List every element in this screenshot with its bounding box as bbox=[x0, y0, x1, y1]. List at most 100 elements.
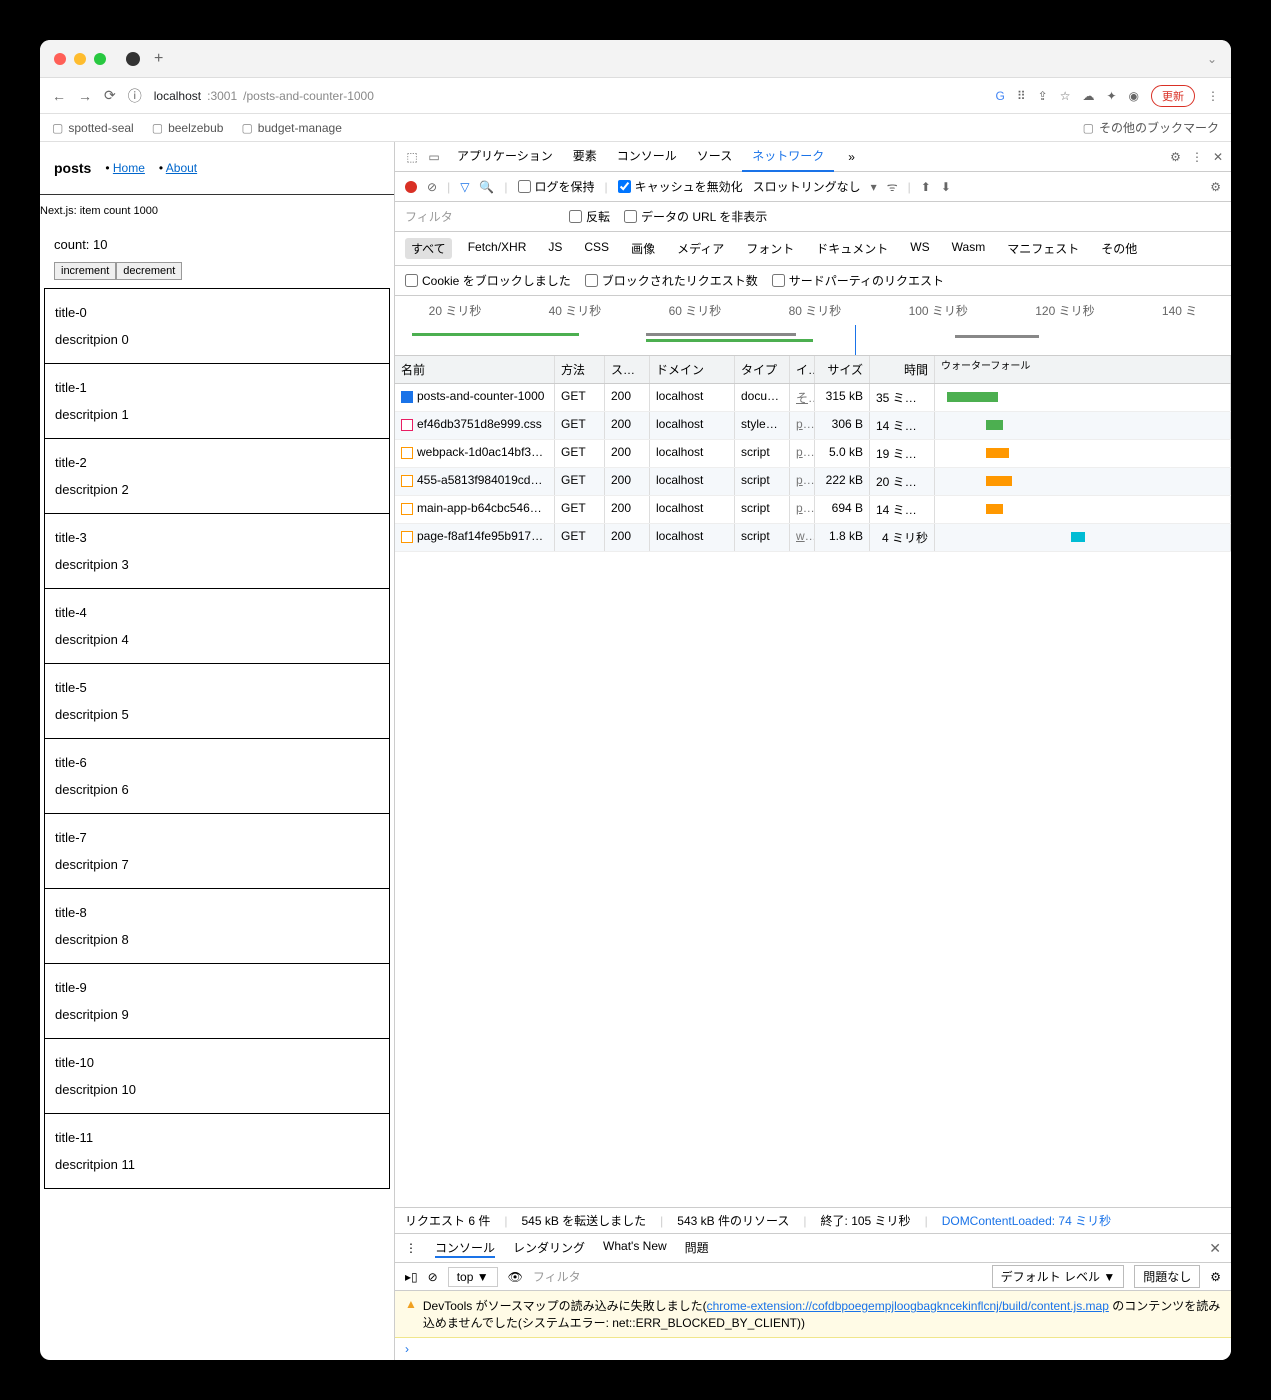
type-filter[interactable]: その他 bbox=[1095, 238, 1143, 259]
drawer-menu-icon[interactable]: ⋮ bbox=[405, 1241, 417, 1255]
reload-icon[interactable]: ⟳ bbox=[104, 87, 116, 104]
table-row[interactable]: 455-a5813f984019cd05.js GET 200 localhos… bbox=[395, 468, 1231, 496]
drawer-tab[interactable]: What's New bbox=[603, 1239, 667, 1258]
close-devtools-icon[interactable]: ✕ bbox=[1213, 150, 1223, 164]
bookmark-item[interactable]: ▢spotted-seal bbox=[52, 121, 134, 135]
inspect-icon[interactable]: ⬚ bbox=[403, 150, 421, 164]
chevron-down-icon[interactable]: ▾ bbox=[871, 180, 877, 194]
type-filter[interactable]: JS bbox=[542, 238, 568, 259]
minimize-window[interactable] bbox=[74, 53, 86, 65]
record-button[interactable] bbox=[405, 181, 417, 193]
issues-button[interactable]: 問題なし bbox=[1134, 1265, 1200, 1288]
new-tab-button[interactable]: + bbox=[154, 50, 163, 68]
drawer-tab[interactable]: コンソール bbox=[435, 1239, 495, 1258]
cloud-icon[interactable]: ☁ bbox=[1082, 89, 1094, 103]
devtools-tab[interactable]: ネットワーク bbox=[742, 142, 834, 172]
network-settings-icon[interactable]: ⚙ bbox=[1210, 180, 1221, 194]
type-filter[interactable]: フォント bbox=[740, 238, 800, 259]
back-icon[interactable]: ← bbox=[52, 88, 66, 104]
console-settings-icon[interactable]: ⚙ bbox=[1210, 1270, 1221, 1284]
th-name[interactable]: 名前 bbox=[395, 356, 555, 383]
translate-icon[interactable]: ⠿ bbox=[1017, 89, 1026, 103]
type-filter[interactable]: すべて bbox=[405, 238, 452, 259]
bookmark-item[interactable]: ▢budget-manage bbox=[241, 121, 341, 135]
clear-console-icon[interactable]: ⊘ bbox=[428, 1270, 438, 1284]
type-filter[interactable]: WS bbox=[904, 238, 935, 259]
type-filter[interactable]: マニフェスト bbox=[1001, 238, 1085, 259]
throttling-select[interactable]: スロットリングなし bbox=[753, 178, 861, 195]
settings-icon[interactable]: ⚙ bbox=[1170, 150, 1181, 164]
menu-icon[interactable]: ⋮ bbox=[1207, 89, 1219, 103]
th-type[interactable]: タイプ bbox=[735, 356, 790, 383]
more-tabs[interactable]: » bbox=[838, 144, 865, 170]
table-row[interactable]: posts-and-counter-1000 GET 200 localhost… bbox=[395, 384, 1231, 412]
expand-icon[interactable]: ⌄ bbox=[1207, 52, 1217, 66]
drawer-tab[interactable]: レンダリング bbox=[513, 1239, 585, 1258]
download-icon[interactable]: ⬇ bbox=[941, 180, 951, 194]
log-level-select[interactable]: デフォルト レベル ▼ bbox=[992, 1265, 1125, 1288]
timeline-overview[interactable]: 20 ミリ秒40 ミリ秒60 ミリ秒80 ミリ秒100 ミリ秒120 ミリ秒14… bbox=[395, 296, 1231, 356]
table-row[interactable]: webpack-1d0ac14bf325… GET 200 localhost … bbox=[395, 440, 1231, 468]
forward-icon[interactable]: → bbox=[78, 88, 92, 104]
type-filter[interactable]: Fetch/XHR bbox=[462, 238, 533, 259]
sourcemap-link[interactable]: chrome-extension://cofdbpoegempjloogbagk… bbox=[707, 1299, 1109, 1313]
bookmark-item[interactable]: ▢beelzebub bbox=[152, 121, 224, 135]
filter-input[interactable]: フィルタ bbox=[405, 208, 555, 225]
cell-initiator[interactable]: p… bbox=[790, 496, 815, 523]
devtools-tab[interactable]: アプリケーション bbox=[447, 142, 563, 172]
type-filter[interactable]: CSS bbox=[578, 238, 615, 259]
type-filter[interactable]: 画像 bbox=[625, 238, 661, 259]
hide-dataurl-checkbox[interactable]: データの URL を非表示 bbox=[624, 208, 767, 225]
context-select[interactable]: top ▼ bbox=[448, 1267, 498, 1287]
address-input[interactable]: localhost:3001/posts-and-counter-1000 bbox=[154, 89, 984, 103]
google-icon[interactable]: G bbox=[995, 89, 1004, 103]
type-filter[interactable]: メディア bbox=[671, 238, 730, 259]
th-init[interactable]: イ… bbox=[790, 356, 815, 383]
site-info-icon[interactable]: ⓘ bbox=[128, 86, 142, 106]
table-row[interactable]: page-f8af14fe95b917cb.js GET 200 localho… bbox=[395, 524, 1231, 552]
star-icon[interactable]: ☆ bbox=[1060, 89, 1071, 103]
th-size[interactable]: サイズ bbox=[815, 356, 870, 383]
console-sidebar-icon[interactable]: ▸▯ bbox=[405, 1270, 418, 1284]
devtools-tab[interactable]: 要素 bbox=[563, 142, 607, 172]
cell-initiator[interactable]: そ… bbox=[790, 384, 815, 411]
table-row[interactable]: ef46db3751d8e999.css GET 200 localhost s… bbox=[395, 412, 1231, 440]
close-window[interactable] bbox=[54, 53, 66, 65]
devtools-tab[interactable]: コンソール bbox=[607, 142, 687, 172]
device-icon[interactable]: ▭ bbox=[425, 150, 443, 164]
extensions-icon[interactable]: ✦ bbox=[1106, 89, 1116, 103]
type-filter[interactable]: Wasm bbox=[946, 238, 992, 259]
wifi-icon[interactable]: ᯤ bbox=[887, 178, 898, 195]
filter-icon[interactable]: ▽ bbox=[460, 180, 469, 194]
cell-initiator[interactable]: p… bbox=[790, 412, 815, 439]
console-filter[interactable]: フィルタ bbox=[533, 1268, 982, 1285]
increment-button[interactable]: increment bbox=[54, 262, 116, 280]
devtools-tab[interactable]: ソース bbox=[687, 142, 742, 172]
home-anchor[interactable]: Home bbox=[113, 161, 145, 175]
profile-icon[interactable]: ◉ bbox=[1129, 89, 1139, 103]
search-icon[interactable]: 🔍 bbox=[479, 180, 494, 194]
th-domain[interactable]: ドメイン bbox=[650, 356, 735, 383]
type-filter[interactable]: ドキュメント bbox=[810, 238, 894, 259]
cell-initiator[interactable]: p… bbox=[790, 468, 815, 495]
eye-icon[interactable]: 👁 bbox=[508, 1270, 523, 1284]
close-drawer-icon[interactable]: ✕ bbox=[1209, 1240, 1221, 1257]
preserve-log-checkbox[interactable]: ログを保持 bbox=[518, 178, 595, 195]
upload-icon[interactable]: ⬆ bbox=[921, 180, 931, 194]
dock-icon[interactable]: ⋮ bbox=[1191, 150, 1203, 164]
about-anchor[interactable]: About bbox=[166, 161, 197, 175]
drawer-tab[interactable]: 問題 bbox=[685, 1239, 709, 1258]
table-row[interactable]: main-app-b64cbc54687… GET 200 localhost … bbox=[395, 496, 1231, 524]
thirdparty-checkbox[interactable]: サードパーティのリクエスト bbox=[772, 272, 944, 289]
update-button[interactable]: 更新 bbox=[1151, 85, 1195, 107]
clear-icon[interactable]: ⊘ bbox=[427, 180, 437, 194]
cell-initiator[interactable]: p… bbox=[790, 440, 815, 467]
tab-favicon[interactable] bbox=[126, 52, 140, 66]
invert-checkbox[interactable]: 反転 bbox=[569, 208, 610, 225]
th-time[interactable]: 時間 bbox=[870, 356, 935, 383]
other-bookmarks[interactable]: ▢ その他のブックマーク bbox=[1083, 119, 1219, 136]
blocked-requests-checkbox[interactable]: ブロックされたリクエスト数 bbox=[585, 272, 758, 289]
block-cookie-checkbox[interactable]: Cookie をブロックしました bbox=[405, 272, 571, 289]
share-icon[interactable]: ⇪ bbox=[1038, 89, 1048, 103]
console-prompt[interactable]: › bbox=[395, 1338, 1231, 1360]
